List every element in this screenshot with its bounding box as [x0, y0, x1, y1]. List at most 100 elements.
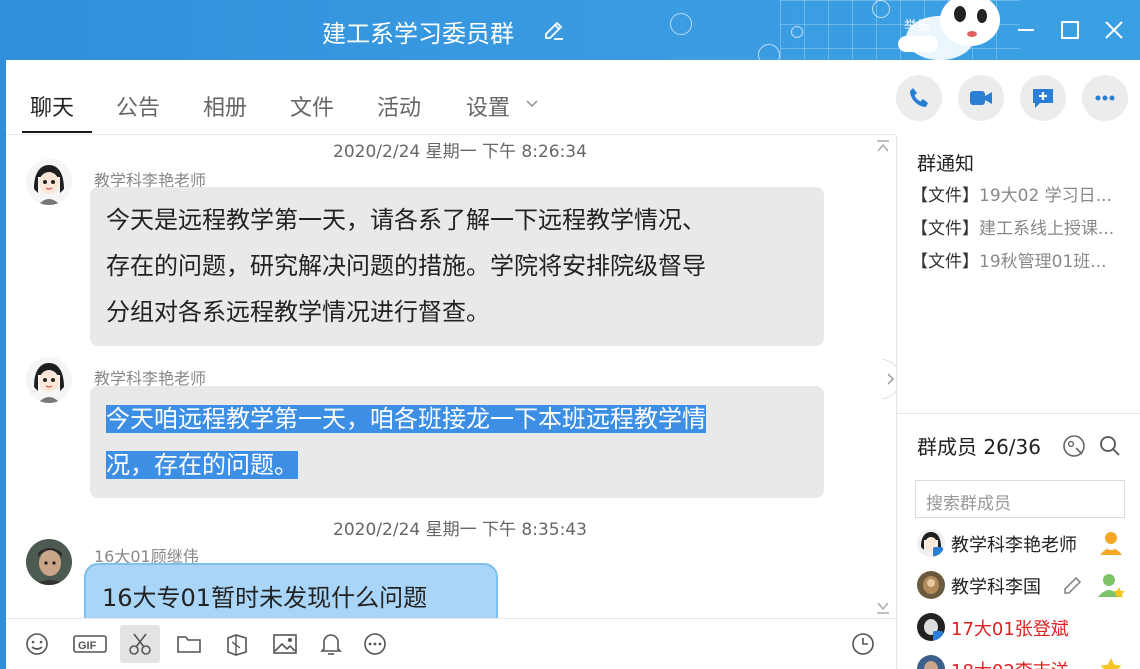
avatar[interactable]	[26, 539, 72, 585]
history-clock-icon	[852, 633, 874, 655]
chevron-down-icon[interactable]	[524, 96, 540, 112]
message-timestamp: 2020/2/24 星期一 下午 8:26:34	[333, 142, 587, 162]
tab-announcements[interactable]: 公告	[116, 90, 160, 122]
bubble-decoration	[670, 13, 692, 35]
message-plus-icon	[1033, 89, 1053, 108]
minimize-icon	[1018, 29, 1034, 31]
share-message-button[interactable]	[1020, 75, 1066, 121]
emoji-icon	[26, 633, 48, 655]
member-item[interactable]: 18大02李志洋	[917, 653, 1140, 669]
avatar-image	[26, 357, 72, 403]
close-icon	[1105, 21, 1123, 39]
chat-message-area[interactable]: 2020/2/24 星期一 下午 8:26:34 教学科李艳老师 今天是远程教学…	[6, 135, 896, 618]
video-icon	[970, 91, 992, 105]
send-image-button[interactable]	[268, 627, 302, 661]
member-item[interactable]: 教学科李国	[917, 569, 1140, 603]
minimize-button[interactable]	[1012, 16, 1040, 44]
member-name: 18大02李志洋	[951, 657, 1069, 669]
more-actions-button[interactable]	[1082, 75, 1128, 121]
avatar-image	[26, 539, 72, 585]
notice-tag: 【文件】	[911, 186, 979, 206]
avatar-image	[26, 159, 72, 205]
avatar[interactable]	[26, 159, 72, 205]
message-bubble[interactable]: 16大专01暂时未发现什么问题	[84, 563, 498, 618]
bubble-decoration	[872, 0, 890, 18]
svg-text:GIF: GIF	[78, 640, 97, 652]
member-name: 17大01张登斌	[951, 619, 1069, 640]
member-settings-icon[interactable]	[1061, 433, 1087, 459]
close-button[interactable]	[1100, 16, 1128, 44]
group-notice-title[interactable]: 群通知	[917, 149, 974, 176]
message-bubble-selected[interactable]: 今天咱远程教学第一天，咱各班接龙一下本班远程教学情 况，存在的问题。	[90, 386, 824, 498]
member-name: 教学科李国	[951, 577, 1041, 598]
notice-item[interactable]: 【文件】19秋管理01班...	[911, 247, 1106, 272]
gif-icon: GIF	[73, 635, 107, 653]
gif-button[interactable]: GIF	[70, 627, 110, 661]
tab-bar: 聊天 公告 相册 文件 活动 设置	[6, 60, 896, 135]
avatar[interactable]	[26, 357, 72, 403]
phone-icon	[910, 88, 928, 107]
member-avatar	[917, 613, 945, 641]
emoji-button[interactable]	[20, 627, 54, 661]
more-icon	[1095, 95, 1115, 101]
maximize-button[interactable]	[1056, 16, 1084, 44]
send-file-button[interactable]	[172, 627, 206, 661]
search-icon[interactable]	[1097, 433, 1123, 459]
input-toolbar: GIF	[6, 618, 896, 669]
member-search-input[interactable]: 搜索群成员	[915, 480, 1125, 518]
image-icon	[273, 634, 297, 654]
tab-album[interactable]: 相册	[203, 90, 247, 122]
tab-chat[interactable]: 聊天	[30, 90, 74, 122]
message-line: 分组对各系远程教学情况进行督查。	[106, 298, 490, 326]
title-bar[interactable]: 举报 建工系学习委员群	[0, 0, 1140, 66]
active-tab-underline	[22, 131, 92, 133]
notice-text: 19大02 学习日...	[979, 186, 1112, 206]
notice-item[interactable]: 【文件】建工系线上授课...	[911, 214, 1114, 239]
scroll-to-bottom-icon[interactable]	[874, 601, 892, 615]
group-owner-icon	[1100, 532, 1122, 555]
message-bubble[interactable]: 今天是远程教学第一天，请各系了解一下远程教学情况、 存在的问题，研究解决问题的措…	[90, 187, 824, 346]
notice-tag: 【文件】	[911, 219, 979, 239]
tab-files[interactable]: 文件	[290, 90, 334, 122]
member-avatar	[917, 571, 945, 599]
message-timestamp: 2020/2/24 星期一 下午 8:35:43	[333, 520, 587, 540]
panel-collapse-toggle[interactable]	[882, 359, 896, 399]
selected-text[interactable]: 况，存在的问题。	[106, 451, 298, 479]
member-item[interactable]: 教学科李艳老师	[917, 527, 1140, 561]
group-members-title: 群成员 26/36	[917, 435, 1041, 459]
member-avatar	[917, 655, 945, 669]
qq-group-chat-window: 举报 建工系学习委员群 聊天 公告 相册 文件 活动 设置 2020/2/24 …	[0, 0, 1140, 669]
voice-call-button[interactable]	[896, 75, 942, 121]
gallery-button[interactable]	[220, 627, 254, 661]
tab-settings[interactable]: 设置	[466, 90, 510, 122]
notification-button[interactable]	[314, 627, 348, 661]
tab-activities[interactable]: 活动	[377, 90, 421, 122]
notice-item[interactable]: 【文件】19大02 学习日...	[911, 181, 1112, 206]
notice-text: 建工系线上授课...	[979, 219, 1115, 239]
notice-tag: 【文件】	[911, 252, 979, 272]
notice-text: 19秋管理01班...	[979, 252, 1107, 272]
message-line: 存在的问题，研究解决问题的措施。学院将安排院级督导	[106, 252, 706, 280]
folder-icon	[177, 636, 201, 653]
edit-title-icon[interactable]	[542, 18, 566, 42]
bell-icon	[320, 634, 342, 655]
svg-text:举报: 举报	[904, 18, 930, 33]
more-tools-button[interactable]	[358, 627, 392, 661]
message-line: 今天是远程教学第一天，请各系了解一下远程教学情况、	[106, 206, 706, 234]
maximize-icon	[1061, 21, 1079, 39]
bubble-decoration	[791, 26, 803, 38]
gallery-icon	[227, 634, 247, 656]
star-icon	[1100, 658, 1122, 669]
screenshot-button[interactable]	[120, 625, 160, 663]
message-history-button[interactable]	[846, 627, 880, 661]
group-admin-icon	[1098, 574, 1125, 598]
more-circle-icon	[364, 633, 386, 655]
edit-icon[interactable]	[1061, 573, 1085, 597]
member-name: 教学科李艳老师	[951, 535, 1077, 556]
mascot-illustration: 举报	[898, 0, 1000, 60]
member-avatar	[917, 529, 945, 557]
video-call-button[interactable]	[958, 75, 1004, 121]
window-title: 建工系学习委员群	[322, 20, 514, 48]
selected-text[interactable]: 今天咱远程教学第一天，咱各班接龙一下本班远程教学情	[106, 405, 706, 433]
member-item[interactable]: 17大01张登斌	[917, 611, 1140, 645]
